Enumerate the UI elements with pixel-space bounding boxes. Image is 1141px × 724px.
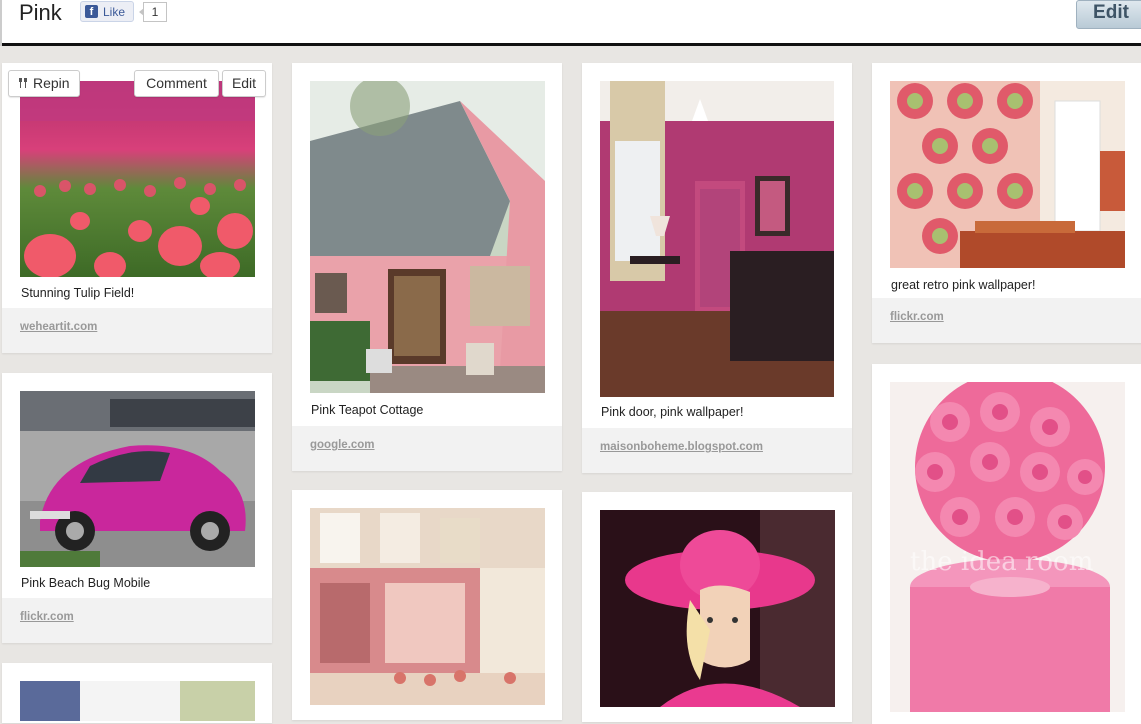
pin-footer: weheartit.com — [2, 308, 272, 353]
page-title: Pink — [19, 0, 62, 25]
pin-card[interactable]: great retro pink wallpaper! flickr.com — [872, 63, 1141, 343]
pin-image[interactable] — [890, 81, 1125, 268]
like-count: 1 — [139, 2, 167, 22]
pin-source-link[interactable]: flickr.com — [890, 311, 944, 323]
pin-image[interactable] — [310, 508, 545, 705]
pin-card[interactable]: Stunning Tulip Field! weheartit.com — [2, 63, 272, 353]
tulip-field-photo-icon — [20, 81, 255, 277]
edit-pin-button[interactable]: Edit — [222, 70, 266, 97]
pink-street-cafe-photo-icon — [310, 508, 545, 705]
pin-card[interactable]: Pink door, pink wallpaper! maisonboheme.… — [582, 63, 852, 473]
pin-image[interactable] — [310, 81, 545, 393]
pushpin-icon — [19, 78, 27, 88]
like-label: Like — [103, 5, 126, 19]
pin-footer: google.com — [292, 426, 562, 471]
pin-card[interactable] — [2, 663, 272, 723]
retro-wallpaper-photo-icon — [890, 81, 1125, 268]
pin-card[interactable] — [292, 490, 562, 720]
pin-image[interactable]: the idea room — [890, 382, 1125, 712]
watermark-text: the idea room — [910, 547, 1094, 577]
pin-image[interactable] — [600, 81, 834, 397]
pin-source-link[interactable]: flickr.com — [20, 611, 74, 623]
pin-source-link[interactable]: weheartit.com — [20, 321, 97, 333]
pin-card[interactable]: the idea room — [872, 364, 1141, 724]
pin-description: Pink Teapot Cottage — [311, 403, 424, 417]
pin-card[interactable]: Pink Beach Bug Mobile flickr.com — [2, 373, 272, 643]
facebook-icon: f — [85, 5, 98, 18]
facebook-like-button[interactable]: f Like — [80, 1, 134, 22]
edit-board-button[interactable]: Edit — [1076, 0, 1141, 29]
pin-description: Pink door, pink wallpaper! — [601, 405, 744, 419]
pin-description: Pink Beach Bug Mobile — [21, 576, 151, 590]
pin-footer: flickr.com — [872, 298, 1141, 343]
repin-button[interactable]: Repin — [8, 70, 80, 97]
pin-source-link[interactable]: maisonboheme.blogspot.com — [600, 441, 763, 453]
divider — [0, 0, 2, 46]
pin-image[interactable] — [20, 81, 255, 277]
board-header: Pink f Like 1 Edit — [0, 0, 1141, 46]
pin-image[interactable] — [20, 391, 255, 567]
pin-description: great retro pink wallpaper! — [891, 278, 1036, 292]
pink-hat-woman-photo-icon — [600, 510, 835, 707]
pin-footer: flickr.com — [2, 598, 272, 643]
pin-footer: maisonboheme.blogspot.com — [582, 428, 852, 473]
pink-room-photo-icon — [600, 81, 834, 397]
pin-image[interactable] — [20, 681, 255, 721]
repin-label: Repin — [33, 75, 70, 91]
pink-beetle-car-photo-icon — [20, 391, 255, 567]
pin-image[interactable] — [600, 510, 835, 707]
pin-description: Stunning Tulip Field! — [21, 286, 135, 300]
pin-card[interactable] — [582, 492, 852, 722]
comment-button[interactable]: Comment — [134, 70, 219, 97]
pin-card[interactable]: Pink Teapot Cottage google.com — [292, 63, 562, 471]
photo-icon — [20, 681, 255, 721]
pin-source-link[interactable]: google.com — [310, 439, 375, 451]
pink-cottage-photo-icon — [310, 81, 545, 393]
